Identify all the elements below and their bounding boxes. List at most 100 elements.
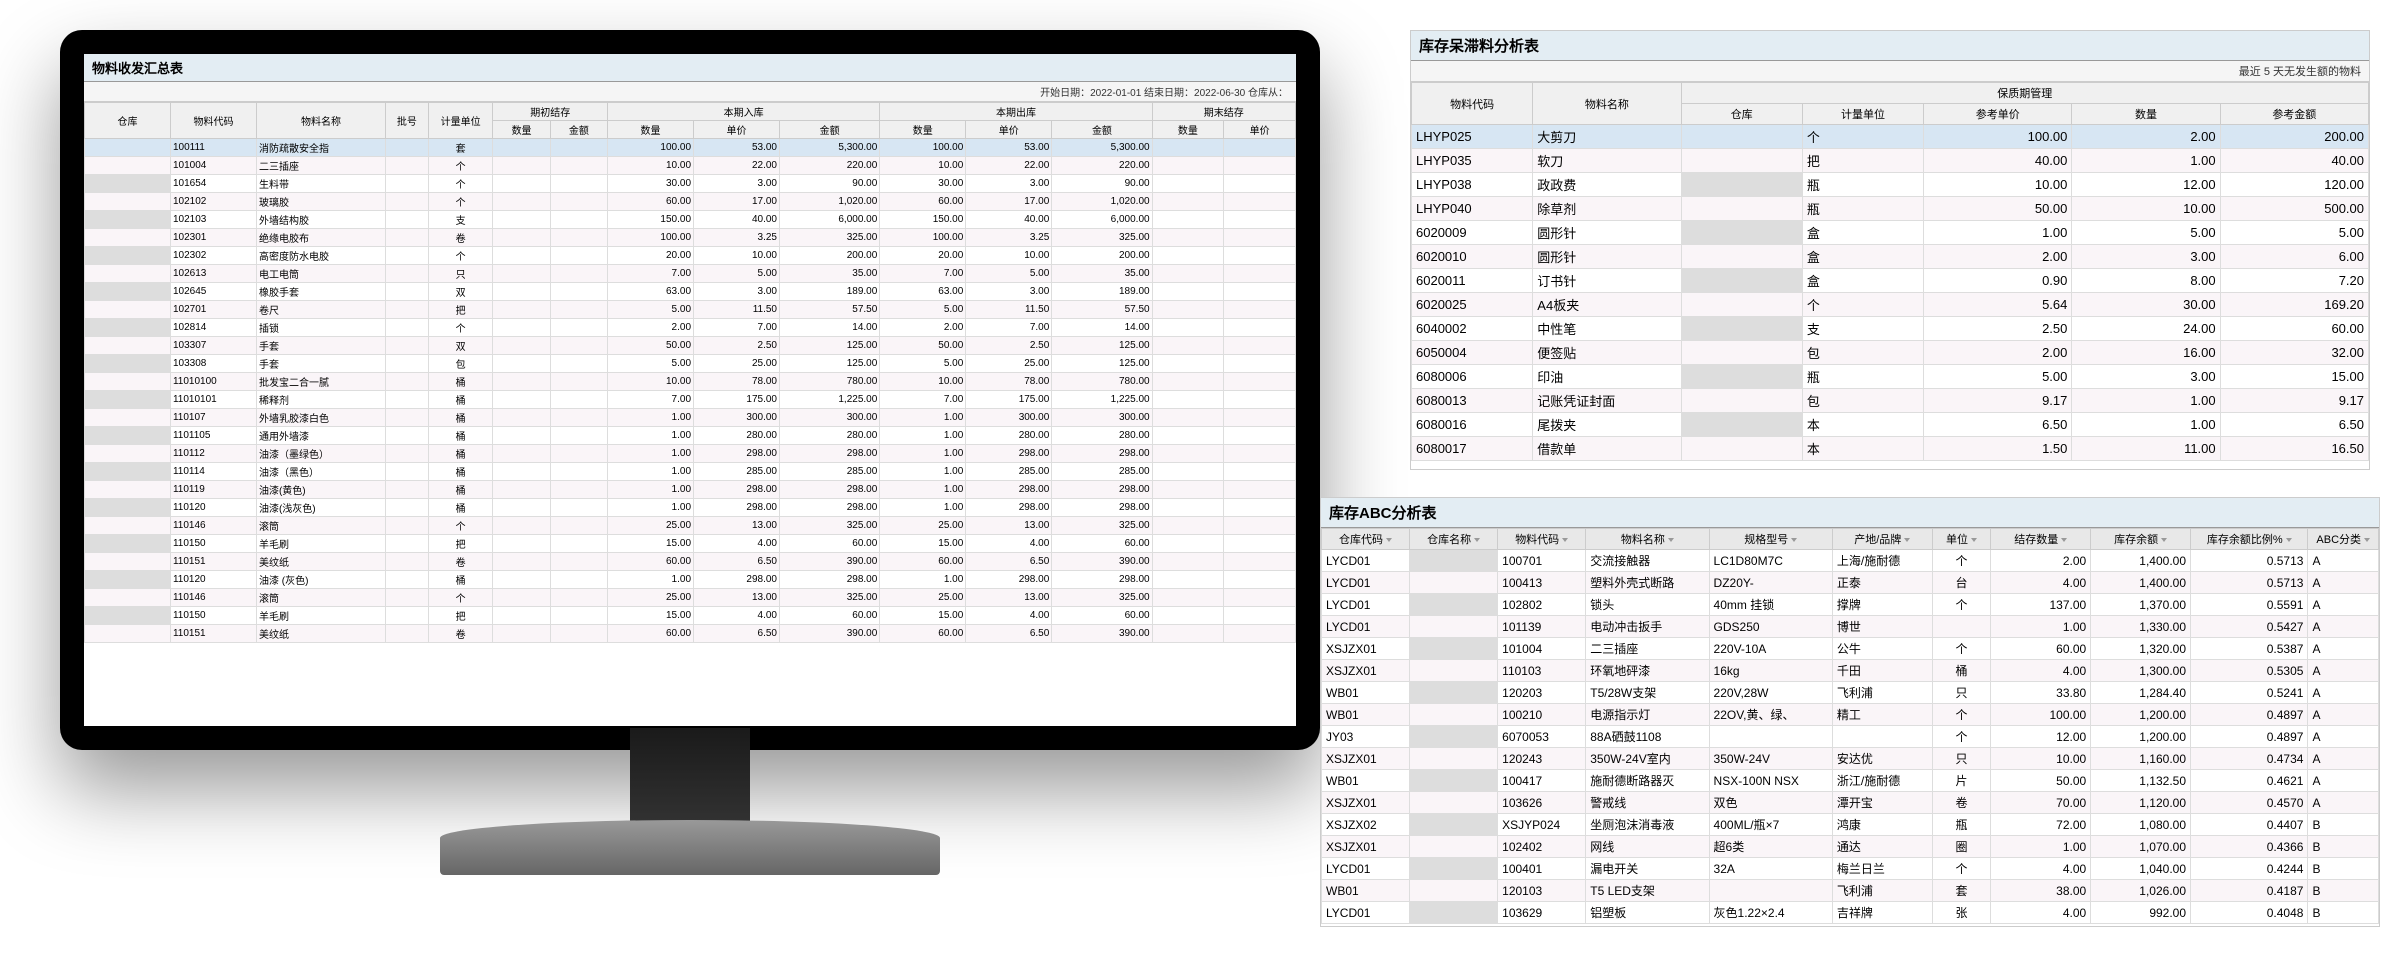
table-row[interactable]: 6080017 借款单 本 1.50 11.00 16.50 — [1412, 437, 2369, 461]
table-row[interactable]: 110150 羊毛刷 把 15.00 4.00 60.00 15.00 4.00… — [85, 607, 1296, 625]
col-open-qty[interactable]: 数量 — [493, 121, 550, 139]
table-row[interactable]: 101654 生料带 个 30.00 3.00 90.00 30.00 3.00… — [85, 175, 1296, 193]
table-row[interactable]: 110120 油漆 (灰色) 桶 1.00 298.00 298.00 1.00… — [85, 571, 1296, 589]
table-row[interactable]: 11010101 稀释剂 桶 7.00 175.00 1,225.00 7.00… — [85, 391, 1296, 409]
col-unit[interactable]: 计量单位 — [428, 103, 492, 139]
table-row[interactable]: 102701 卷尺 把 5.00 11.50 57.50 5.00 11.50 … — [85, 301, 1296, 319]
table-row[interactable]: 110151 美纹纸 卷 60.00 6.50 390.00 60.00 6.5… — [85, 553, 1296, 571]
cell-code: 6080006 — [1412, 365, 1533, 389]
cell-qty: 1.00 — [2072, 389, 2220, 413]
table-row[interactable]: 6080013 记账凭证封面 包 9.17 1.00 9.17 — [1412, 389, 2369, 413]
table-row[interactable]: 6020011 订书针 盒 0.90 8.00 7.20 — [1412, 269, 2369, 293]
table-row[interactable]: LYCD01 100401 漏电开关 32A 梅兰日兰 个 4.00 1,040… — [1322, 858, 2379, 880]
table-row[interactable]: 101004 二三插座 个 10.00 22.00 220.00 10.00 2… — [85, 157, 1296, 175]
table-row[interactable]: 110146 滚筒 个 25.00 13.00 325.00 25.00 13.… — [85, 517, 1296, 535]
col-material-code[interactable]: 物料代码 — [170, 103, 256, 139]
r2-col-wh[interactable]: 仓库 — [1681, 104, 1802, 125]
col-batch[interactable]: 批号 — [385, 103, 428, 139]
table-row[interactable]: LHYP035 软刀 把 40.00 1.00 40.00 — [1412, 149, 2369, 173]
r3-col-unit[interactable]: 单位 — [1932, 529, 1991, 550]
table-row[interactable]: 6050004 便签贴 包 2.00 16.00 32.00 — [1412, 341, 2369, 365]
cell-matcode: 101004 — [1498, 638, 1586, 660]
table-row[interactable]: 110119 油漆(黄色) 桶 1.00 298.00 298.00 1.00 … — [85, 481, 1296, 499]
table-row[interactable]: 110150 羊毛刷 把 15.00 4.00 60.00 15.00 4.00… — [85, 535, 1296, 553]
table-row[interactable]: 6020009 圆形针 盒 1.00 5.00 5.00 — [1412, 221, 2369, 245]
r3-col-pct[interactable]: 库存余额比例% — [2191, 529, 2308, 550]
r3-col-bal[interactable]: 库存余额 — [2091, 529, 2191, 550]
table-row[interactable]: LHYP040 除草剂 瓶 50.00 10.00 500.00 — [1412, 197, 2369, 221]
r3-col-brand[interactable]: 产地/品牌 — [1832, 529, 1932, 550]
report3-table[interactable]: 仓库代码 仓库名称 物料代码 物料名称 规格型号 产地/品牌 单位 结存数量 库… — [1321, 528, 2379, 924]
table-row[interactable]: XSJZX01 120243 350W-24V室内 350W-24V 安达优 只… — [1322, 748, 2379, 770]
table-row[interactable]: XSJZX01 110103 环氧地砰漆 16kg 千田 桶 4.00 1,30… — [1322, 660, 2379, 682]
col-out-qty[interactable]: 数量 — [880, 121, 966, 139]
col-in-price[interactable]: 单价 — [694, 121, 780, 139]
table-row[interactable]: 110114 油漆（黑色） 桶 1.00 285.00 285.00 1.00 … — [85, 463, 1296, 481]
table-row[interactable]: LYCD01 100413 塑料外壳式断路 DZ20Y- 正泰 台 4.00 1… — [1322, 572, 2379, 594]
table-row[interactable]: 6020025 A4板夹 个 5.64 30.00 169.20 — [1412, 293, 2369, 317]
col-close-qty[interactable]: 数量 — [1152, 121, 1224, 139]
table-row[interactable]: 6080016 尾拨夹 本 6.50 1.00 6.50 — [1412, 413, 2369, 437]
table-row[interactable]: 102301 绝缘电胶布 卷 100.00 3.25 325.00 100.00… — [85, 229, 1296, 247]
r2-col-code[interactable]: 物料代码 — [1412, 83, 1533, 125]
table-row[interactable]: 102645 橡胶手套 双 63.00 3.00 189.00 63.00 3.… — [85, 283, 1296, 301]
table-row[interactable]: WB01 100210 电源指示灯 22OV,黄、绿、 精工 个 100.00 … — [1322, 704, 2379, 726]
table-row[interactable]: 103308 手套 包 5.00 25.00 125.00 5.00 25.00… — [85, 355, 1296, 373]
col-open-amt[interactable]: 金额 — [550, 121, 607, 139]
r3-col-qty[interactable]: 结存数量 — [1991, 529, 2091, 550]
r2-col-qty[interactable]: 数量 — [2072, 104, 2220, 125]
r3-col-abc[interactable]: ABC分类 — [2308, 529, 2379, 550]
table-row[interactable]: 110107 外墙乳胶漆白色 桶 1.00 300.00 300.00 1.00… — [85, 409, 1296, 427]
table-row[interactable]: XSJZX01 103626 警戒线 双色 潭开宝 卷 70.00 1,120.… — [1322, 792, 2379, 814]
table-row[interactable]: 110120 油漆(浅灰色) 桶 1.00 298.00 298.00 1.00… — [85, 499, 1296, 517]
table-row[interactable]: 100111 消防疏散安全指 套 100.00 53.00 5,300.00 1… — [85, 139, 1296, 157]
r3-col-matcode[interactable]: 物料代码 — [1498, 529, 1586, 550]
table-row[interactable]: 102302 高密度防水电胶 个 20.00 10.00 200.00 20.0… — [85, 247, 1296, 265]
col-out-amt[interactable]: 金额 — [1052, 121, 1152, 139]
table-row[interactable]: WB01 120203 T5/28W支架 220V,28W 飞利浦 只 33.8… — [1322, 682, 2379, 704]
table-row[interactable]: XSJZX01 102402 网线 超6类 通达 圈 1.00 1,070.00… — [1322, 836, 2379, 858]
r3-col-whname[interactable]: 仓库名称 — [1410, 529, 1498, 550]
r2-col-price[interactable]: 参考单价 — [1924, 104, 2072, 125]
cell-close-price — [1224, 481, 1296, 499]
report2-table[interactable]: 物料代码 物料名称 保质期管理 仓库 计量单位 参考单价 数量 参考金额 LHY… — [1411, 82, 2369, 461]
table-row[interactable]: LHYP025 大剪刀 个 100.00 2.00 200.00 — [1412, 125, 2369, 149]
table-row[interactable]: LYCD01 102802 锁头 40mm 挂锁 撑牌 个 137.00 1,3… — [1322, 594, 2379, 616]
col-in-amt[interactable]: 金额 — [780, 121, 880, 139]
table-row[interactable]: 6080006 印油 瓶 5.00 3.00 15.00 — [1412, 365, 2369, 389]
col-out-price[interactable]: 单价 — [966, 121, 1052, 139]
table-row[interactable]: 110151 美纹纸 卷 60.00 6.50 390.00 60.00 6.5… — [85, 625, 1296, 643]
table-row[interactable]: WB01 120103 T5 LED支架 飞利浦 套 38.00 1,026.0… — [1322, 880, 2379, 902]
table-row[interactable]: 6020010 圆形针 盒 2.00 3.00 6.00 — [1412, 245, 2369, 269]
r3-col-whcode[interactable]: 仓库代码 — [1322, 529, 1410, 550]
table-row[interactable]: LYCD01 101139 电动冲击扳手 GDS250 博世 1.00 1,33… — [1322, 616, 2379, 638]
table-row[interactable]: 102814 插锁 个 2.00 7.00 14.00 2.00 7.00 14… — [85, 319, 1296, 337]
table-row[interactable]: 6040002 中性笔 支 2.50 24.00 60.00 — [1412, 317, 2369, 341]
col-in-qty[interactable]: 数量 — [608, 121, 694, 139]
table-row[interactable]: JY03 6070053 88A硒鼓1108 个 12.00 1,200.00 … — [1322, 726, 2379, 748]
table-row[interactable]: LYCD01 100701 交流接触器 LC1D80M7C 上海/施耐德 个 2… — [1322, 550, 2379, 572]
col-close-price[interactable]: 单价 — [1224, 121, 1296, 139]
r2-col-unit[interactable]: 计量单位 — [1802, 104, 1923, 125]
table-row[interactable]: LYCD01 103629 铝塑板 灰色1.22×2.4 吉祥牌 张 4.00 … — [1322, 902, 2379, 924]
table-row[interactable]: 11010100 批发宝二合一腻 桶 10.00 78.00 780.00 10… — [85, 373, 1296, 391]
table-row[interactable]: 102102 玻璃胶 个 60.00 17.00 1,020.00 60.00 … — [85, 193, 1296, 211]
report1-table[interactable]: 仓库 物料代码 物料名称 批号 计量单位 期初结存 本期入库 本期出库 期末结存… — [84, 102, 1296, 643]
cell-in-price: 175.00 — [694, 391, 780, 409]
table-row[interactable]: 110112 油漆（墨绿色） 桶 1.00 298.00 298.00 1.00… — [85, 445, 1296, 463]
r3-col-spec[interactable]: 规格型号 — [1709, 529, 1832, 550]
table-row[interactable]: 1101105 通用外墙漆 桶 1.00 280.00 280.00 1.00 … — [85, 427, 1296, 445]
table-row[interactable]: XSJZX02 XSJYP024 坐厕泡沫消毒液 400ML/瓶×7 鸿康 瓶 … — [1322, 814, 2379, 836]
table-row[interactable]: WB01 100417 施耐德断路器灭 NSX-100N NSX 浙江/施耐德 … — [1322, 770, 2379, 792]
table-row[interactable]: LHYP038 政政费 瓶 10.00 12.00 120.00 — [1412, 173, 2369, 197]
r2-col-amt[interactable]: 参考金额 — [2220, 104, 2368, 125]
col-material-name[interactable]: 物料名称 — [256, 103, 385, 139]
col-warehouse[interactable]: 仓库 — [85, 103, 171, 139]
table-row[interactable]: 110146 滚筒 个 25.00 13.00 325.00 25.00 13.… — [85, 589, 1296, 607]
table-row[interactable]: XSJZX01 101004 二三插座 220V-10A 公牛 个 60.00 … — [1322, 638, 2379, 660]
r2-col-name[interactable]: 物料名称 — [1533, 83, 1681, 125]
table-row[interactable]: 103307 手套 双 50.00 2.50 125.00 50.00 2.50… — [85, 337, 1296, 355]
table-row[interactable]: 102613 电工电筒 只 7.00 5.00 35.00 7.00 5.00 … — [85, 265, 1296, 283]
r3-col-matname[interactable]: 物料名称 — [1586, 529, 1709, 550]
table-row[interactable]: 102103 外墙结构胶 支 150.00 40.00 6,000.00 150… — [85, 211, 1296, 229]
